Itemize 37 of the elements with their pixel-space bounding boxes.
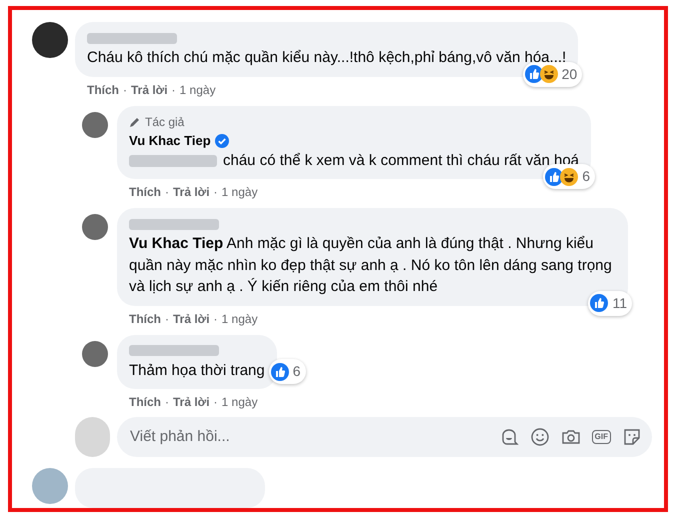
like-link[interactable]: Thích <box>87 80 119 98</box>
separator-dot: · <box>214 310 218 328</box>
timestamp[interactable]: 1 ngày <box>222 310 258 328</box>
reaction-summary[interactable]: 6 <box>543 164 596 189</box>
avatar-photo[interactable] <box>32 22 68 58</box>
timestamp[interactable]: 1 ngày <box>222 393 258 411</box>
sticker-icon <box>622 427 642 447</box>
separator-dot: · <box>123 82 127 98</box>
placeholder-text: Viết phản hồi... <box>130 426 231 447</box>
reaction-count: 6 <box>292 362 301 381</box>
reaction-summary[interactable]: 20 <box>522 62 582 86</box>
like-link[interactable]: Thích <box>129 310 161 328</box>
timestamp[interactable]: 1 ngày <box>222 183 258 201</box>
author-role-label: Tác giả <box>145 114 184 130</box>
author-name[interactable]: Vu Khac Tiep <box>129 132 211 150</box>
reply-input-field[interactable]: Viết phản hồi... GIF <box>117 417 652 457</box>
separator-dot: · <box>165 394 169 411</box>
pen-icon <box>129 116 141 128</box>
separator-dot: · <box>165 184 169 201</box>
gif-button[interactable]: GIF <box>592 430 611 444</box>
like-link[interactable]: Thích <box>129 393 161 411</box>
comment-text: Thảm họa thời trang <box>129 360 265 380</box>
separator-dot: · <box>172 82 176 98</box>
reply-link[interactable]: Trả lời <box>131 80 168 98</box>
reaction-count: 11 <box>612 294 627 312</box>
reaction-count: 6 <box>582 167 590 186</box>
like-link[interactable]: Thích <box>129 183 161 201</box>
separator-dot: · <box>214 394 218 411</box>
emoji-icon <box>530 427 550 447</box>
reply-link[interactable]: Trả lời <box>173 183 210 201</box>
reaction-summary[interactable]: 11 <box>588 290 632 316</box>
reaction-summary[interactable]: 6 <box>268 359 306 384</box>
timestamp[interactable]: 1 ngày <box>180 80 216 98</box>
separator-dot: · <box>165 310 169 328</box>
separator-dot: · <box>214 184 218 201</box>
reply-link[interactable]: Trả lời <box>173 310 210 328</box>
reply-link[interactable]: Trả lời <box>173 393 210 411</box>
